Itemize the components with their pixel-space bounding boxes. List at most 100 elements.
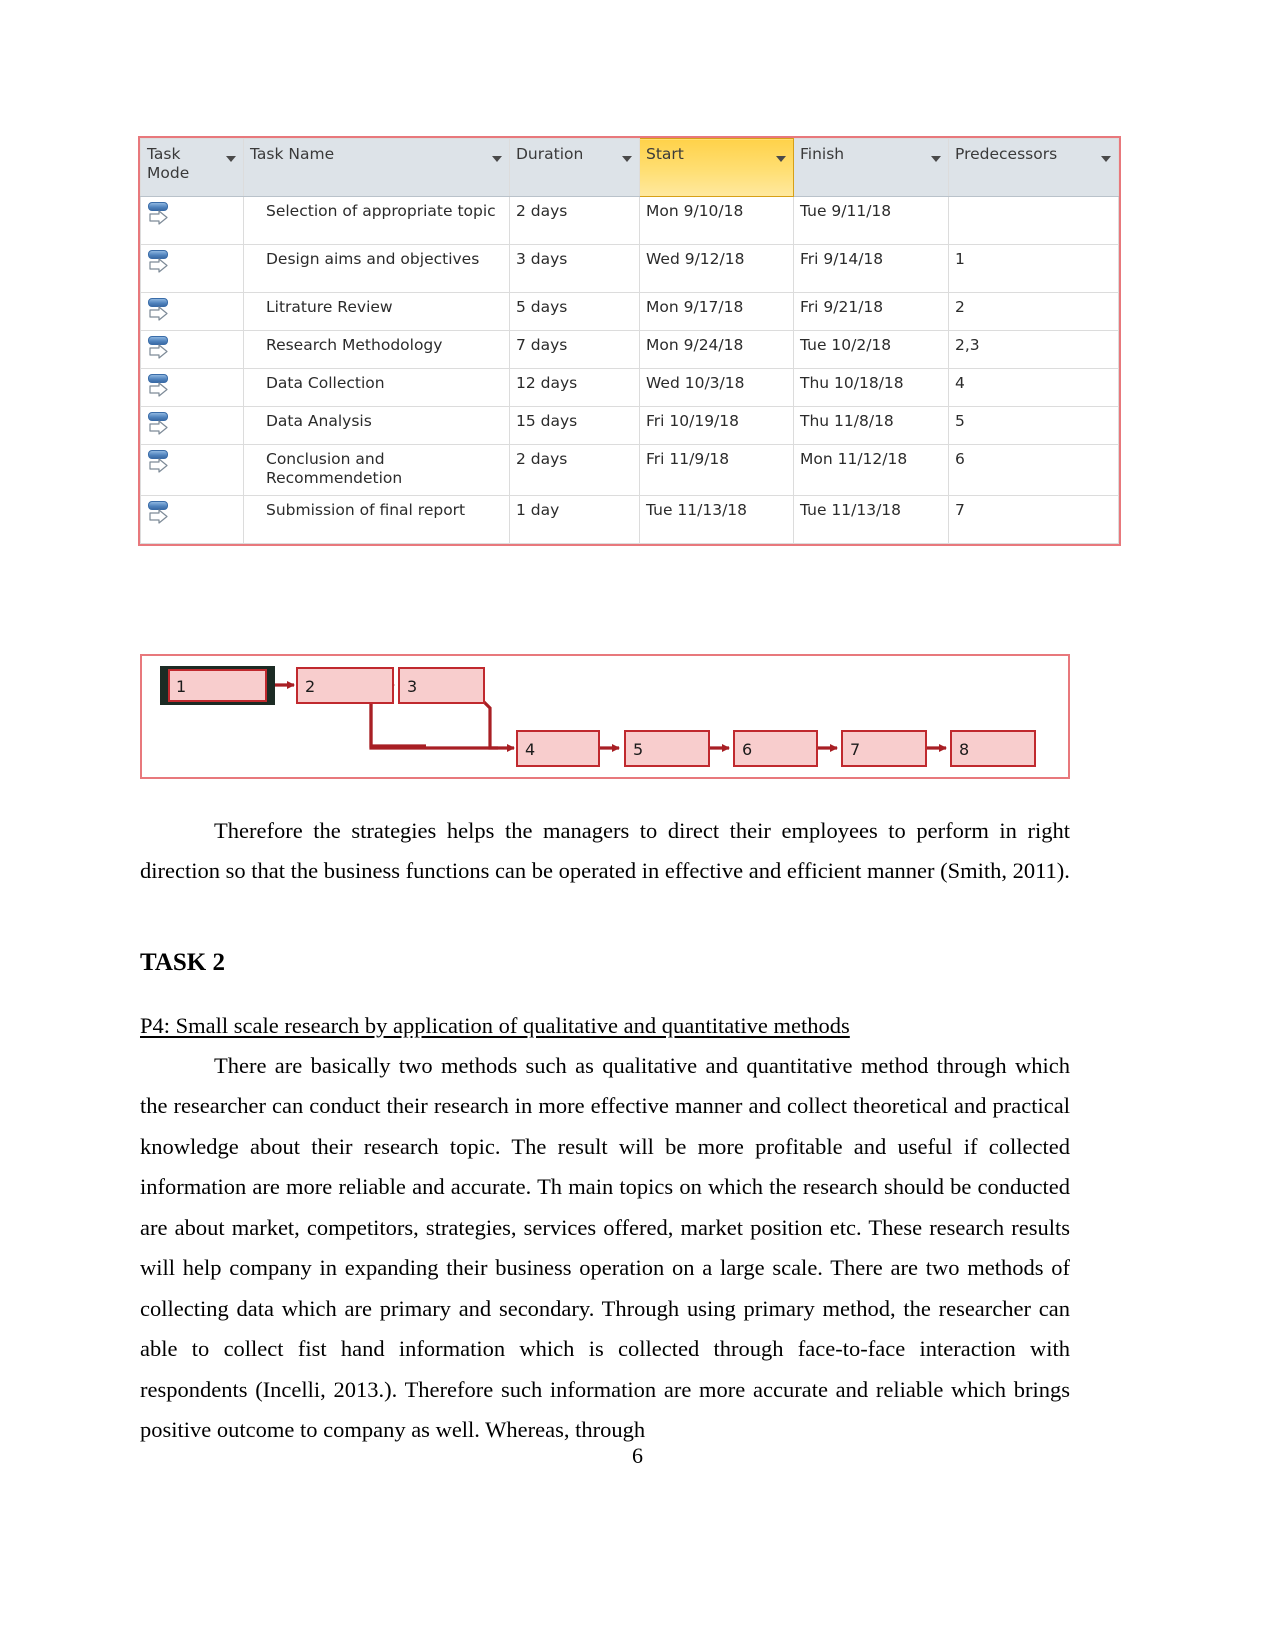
table-row[interactable]: Litrature Review 5 days Mon 9/17/18 Fri 9/2… bbox=[140, 292, 1119, 331]
cell-duration[interactable]: 7 days bbox=[509, 330, 640, 369]
manually-scheduled-task-icon[interactable] bbox=[146, 449, 172, 475]
table-row[interactable]: Data Analysis 15 days Fri 10/19/18 Thu 11/8… bbox=[140, 406, 1119, 445]
cell-task-name[interactable]: Research Methodology bbox=[243, 330, 510, 369]
cell-task-mode[interactable] bbox=[140, 368, 244, 407]
table-row[interactable]: Design aims and objectives 3 days Wed 9/12… bbox=[140, 244, 1119, 293]
cell-task-name-text: Selection of appropriate topic bbox=[266, 202, 496, 220]
cell-task-name-text: Data Collection bbox=[266, 374, 385, 392]
cell-task-mode[interactable] bbox=[140, 494, 244, 544]
diagram-node-6[interactable]: 6 bbox=[733, 730, 818, 767]
manually-scheduled-task-icon[interactable] bbox=[146, 297, 172, 323]
diagram-node-3[interactable]: 3 bbox=[398, 667, 485, 704]
cell-start[interactable]: Mon 9/10/18 bbox=[639, 196, 794, 245]
column-header-task-name[interactable]: Task Name bbox=[243, 138, 510, 197]
column-header-task-mode[interactable]: Task Mode bbox=[140, 138, 244, 197]
cell-predecessors[interactable]: 1 bbox=[948, 244, 1119, 293]
cell-finish[interactable]: Fri 9/14/18 bbox=[793, 244, 949, 293]
column-header-start[interactable]: Start bbox=[639, 138, 794, 197]
arrow-right-icon bbox=[149, 382, 168, 397]
manually-scheduled-task-icon[interactable] bbox=[146, 373, 172, 399]
cell-duration[interactable]: 15 days bbox=[509, 406, 640, 445]
chevron-down-icon[interactable] bbox=[776, 156, 786, 162]
diagram-node-7[interactable]: 7 bbox=[841, 730, 927, 767]
cell-finish[interactable]: Thu 11/8/18 bbox=[793, 406, 949, 445]
cell-finish[interactable]: Thu 10/18/18 bbox=[793, 368, 949, 407]
chevron-down-icon[interactable] bbox=[931, 156, 941, 162]
cell-task-name[interactable]: Selection of appropriate topic bbox=[243, 196, 510, 245]
diagram-node-4[interactable]: 4 bbox=[516, 730, 600, 767]
cell-start[interactable]: Wed 9/12/18 bbox=[639, 244, 794, 293]
diagram-node-2[interactable]: 2 bbox=[296, 667, 394, 704]
cell-task-mode[interactable] bbox=[140, 330, 244, 369]
manually-scheduled-task-icon[interactable] bbox=[146, 335, 172, 361]
table-header-row: Task Mode Task Name Duration Start Finis… bbox=[140, 138, 1119, 197]
node-4-label: 4 bbox=[525, 740, 535, 759]
project-schedule-figure: Task Mode Task Name Duration Start Finis… bbox=[138, 136, 1121, 546]
column-header-finish[interactable]: Finish bbox=[793, 138, 949, 197]
chevron-down-icon[interactable] bbox=[622, 156, 632, 162]
cell-start[interactable]: Fri 10/19/18 bbox=[639, 406, 794, 445]
cell-task-name[interactable]: Design aims and objectives bbox=[243, 244, 510, 293]
cell-task-name[interactable]: Data Collection bbox=[243, 368, 510, 407]
cell-predecessors[interactable]: 6 bbox=[948, 444, 1119, 496]
cell-duration[interactable]: 12 days bbox=[509, 368, 640, 407]
cell-task-mode[interactable] bbox=[140, 196, 244, 245]
cell-task-mode[interactable] bbox=[140, 406, 244, 445]
cell-duration[interactable]: 3 days bbox=[509, 244, 640, 293]
cell-predecessors[interactable]: 2 bbox=[948, 292, 1119, 331]
cell-start[interactable]: Fri 11/9/18 bbox=[639, 444, 794, 496]
cell-duration[interactable]: 2 days bbox=[509, 196, 640, 245]
cell-predecessors[interactable]: 7 bbox=[948, 494, 1119, 544]
cell-predecessors[interactable]: 4 bbox=[948, 368, 1119, 407]
diagram-node-5[interactable]: 5 bbox=[624, 730, 710, 767]
cell-task-name-text: Data Analysis bbox=[266, 412, 372, 430]
column-header-predecessors[interactable]: Predecessors bbox=[948, 138, 1119, 197]
cell-duration-text: 2 days bbox=[516, 202, 568, 220]
diagram-node-8[interactable]: 8 bbox=[950, 730, 1036, 767]
table-row[interactable]: Data Collection 12 days Wed 10/3/18 Thu 10/… bbox=[140, 368, 1119, 407]
arrow-right-icon bbox=[149, 258, 168, 273]
cell-finish[interactable]: Tue 11/13/18 bbox=[793, 494, 949, 544]
manually-scheduled-task-icon[interactable] bbox=[146, 500, 172, 526]
cell-task-mode[interactable] bbox=[140, 444, 244, 496]
cell-task-name[interactable]: Data Analysis bbox=[243, 406, 510, 445]
cell-task-mode[interactable] bbox=[140, 292, 244, 331]
cell-task-name[interactable]: Conclusion and Recommendetion bbox=[243, 444, 510, 496]
cell-finish[interactable]: Fri 9/21/18 bbox=[793, 292, 949, 331]
manually-scheduled-task-icon[interactable] bbox=[146, 411, 172, 437]
cell-start-text: Mon 9/24/18 bbox=[646, 336, 744, 354]
table-row[interactable]: Research Methodology 7 days Mon 9/24/18 Tue… bbox=[140, 330, 1119, 369]
node-7-label: 7 bbox=[850, 740, 860, 759]
cell-start[interactable]: Tue 11/13/18 bbox=[639, 494, 794, 544]
cell-predecessors[interactable]: 2,3 bbox=[948, 330, 1119, 369]
chevron-down-icon[interactable] bbox=[1101, 156, 1111, 162]
cell-task-mode[interactable] bbox=[140, 244, 244, 293]
cell-predecessors[interactable] bbox=[948, 196, 1119, 245]
cell-start[interactable]: Mon 9/17/18 bbox=[639, 292, 794, 331]
cell-duration[interactable]: 2 days bbox=[509, 444, 640, 496]
manually-scheduled-task-icon[interactable] bbox=[146, 249, 172, 275]
cell-finish[interactable]: Tue 9/11/18 bbox=[793, 196, 949, 245]
chevron-down-icon[interactable] bbox=[492, 156, 502, 162]
cell-duration-text: 12 days bbox=[516, 374, 578, 392]
cell-duration-text: 2 days bbox=[516, 450, 568, 468]
cell-task-name[interactable]: Submission of final report bbox=[243, 494, 510, 544]
table-row[interactable]: Conclusion and Recommendetion 2 days Fri 1… bbox=[140, 444, 1119, 496]
cell-start[interactable]: Mon 9/24/18 bbox=[639, 330, 794, 369]
cell-duration[interactable]: 5 days bbox=[509, 292, 640, 331]
cell-duration[interactable]: 1 day bbox=[509, 494, 640, 544]
cell-start[interactable]: Wed 10/3/18 bbox=[639, 368, 794, 407]
table-row[interactable]: Selection of appropriate topic 2 days Mon … bbox=[140, 196, 1119, 245]
table-row[interactable]: Submission of final report 1 day Tue 11/13… bbox=[140, 494, 1119, 544]
column-header-duration[interactable]: Duration bbox=[509, 138, 640, 197]
diagram-node-1[interactable]: 1 bbox=[160, 666, 275, 705]
manually-scheduled-task-icon[interactable] bbox=[146, 201, 172, 227]
cell-finish[interactable]: Tue 10/2/18 bbox=[793, 330, 949, 369]
cell-task-name[interactable]: Litrature Review bbox=[243, 292, 510, 331]
cell-predecessors[interactable]: 5 bbox=[948, 406, 1119, 445]
cell-predecessors-text: 7 bbox=[955, 500, 965, 519]
chevron-down-icon[interactable] bbox=[226, 156, 236, 162]
cell-finish[interactable]: Mon 11/12/18 bbox=[793, 444, 949, 496]
cell-start-text: Fri 10/19/18 bbox=[646, 412, 740, 430]
node-1-label: 1 bbox=[176, 677, 186, 696]
